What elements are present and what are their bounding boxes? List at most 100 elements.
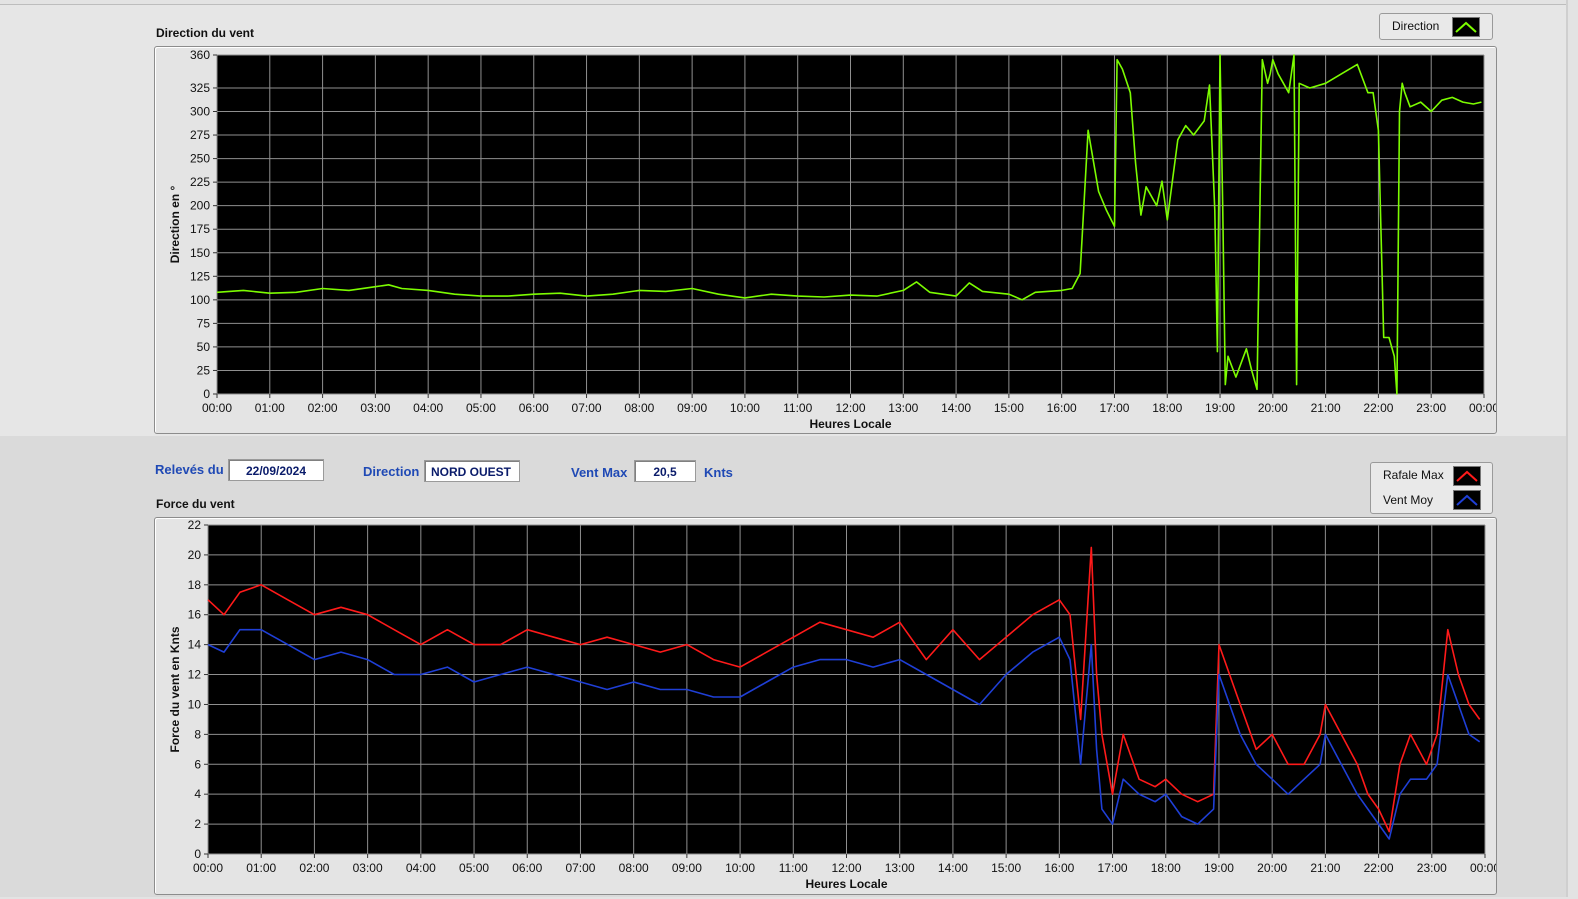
y-tick-label: 150 [190,246,210,260]
x-tick-label: 00:00 [1469,401,1496,415]
ventmax-field[interactable]: 20,5 [634,460,696,482]
x-tick-label: 04:00 [406,861,436,875]
x-tick-label: 10:00 [730,401,760,415]
x-tick-label: 22:00 [1364,861,1394,875]
x-tick-label: 17:00 [1099,401,1129,415]
y-tick-label: 225 [190,175,210,189]
y-tick-label: 75 [197,316,211,330]
legend-item-rafale[interactable]: Rafale Max [1371,464,1492,486]
x-tick-label: 05:00 [466,401,496,415]
force-chart-panel: 00:00 01:00 02:00 03:00 04:00 05:00 06:00 07:00… [154,517,1500,895]
force-chart-title: Force du vent [156,497,235,511]
y-tick-label: 6 [194,757,201,771]
x-tick-label: 09:00 [672,861,702,875]
x-tick-label: 00:00 [1470,861,1496,875]
x-tick-label: 01:00 [246,861,276,875]
y-tick-label: 8 [194,727,201,741]
x-tick-label: 18:00 [1152,401,1182,415]
x-tick-label: 19:00 [1204,861,1234,875]
y-tick-label: 360 [190,48,210,62]
legend-swatch-ventmoy [1453,490,1481,510]
y-tick-label: 300 [190,105,210,119]
y-tick-label: 20 [188,548,202,562]
y-tick-label: 175 [190,222,210,236]
legend-swatch-rafale [1453,466,1481,486]
x-tick-label: 12:00 [831,861,861,875]
legend-label-ventmoy: Vent Moy [1383,493,1434,507]
y-tick-label: 18 [188,578,202,592]
y-tick-label: 14 [188,638,202,652]
y-tick-label: 16 [188,608,202,622]
x-tick-label: 09:00 [677,401,707,415]
x-tick-label: 02:00 [308,401,338,415]
x-tick-label: 16:00 [1047,401,1077,415]
x-tick-label: 19:00 [1205,401,1235,415]
x-tick-label: 20:00 [1258,401,1288,415]
x-tick-label: 14:00 [938,861,968,875]
legend-item-ventmoy[interactable]: Vent Moy [1371,489,1492,511]
date-field[interactable]: 22/09/2024 [228,459,324,481]
releves-label: Relevés du [155,462,224,477]
y-tick-label: 0 [194,847,201,861]
line-swatch-icon [1456,470,1478,482]
y-tick-label: 325 [190,81,210,95]
force-legend[interactable]: Rafale Max Vent Moy [1370,462,1493,514]
x-tick-label: 03:00 [360,401,390,415]
direction-legend[interactable]: Direction [1379,13,1493,40]
y-tick-label: 200 [190,199,210,213]
x-tick-label: 23:00 [1417,861,1447,875]
x-tick-label: 13:00 [888,401,918,415]
x-tick-label: 15:00 [994,401,1024,415]
x-tick-label: 07:00 [572,401,602,415]
x-tick-label: 22:00 [1363,401,1393,415]
y-tick-label: 4 [194,787,201,801]
x-tick-label: 08:00 [619,861,649,875]
x-tick-label: 13:00 [885,861,915,875]
x-tick-label: 10:00 [725,861,755,875]
x-tick-label: 14:00 [941,401,971,415]
y-tick-label: 12 [188,668,202,682]
x-tick-label: 02:00 [299,861,329,875]
line-swatch-icon [1456,494,1478,506]
x-tick-label: 21:00 [1311,401,1341,415]
y-tick-label: 125 [190,269,210,283]
y-tick-label: 22 [188,518,202,532]
x-tick-label: 08:00 [624,401,654,415]
direction-label: Direction [363,464,420,479]
y-axis-label: Direction en ° [168,186,182,264]
y-tick-label: 100 [190,293,210,307]
x-tick-label: 20:00 [1257,861,1287,875]
x-tick-label: 15:00 [991,861,1021,875]
x-tick-label: 11:00 [779,861,808,875]
x-tick-label: 21:00 [1310,861,1340,875]
y-tick-label: 25 [197,363,211,377]
y-tick-label: 50 [197,340,211,354]
direction-field[interactable]: NORD OUEST [424,460,520,482]
x-tick-label: 00:00 [202,401,232,415]
window-right-border [1566,0,1568,897]
ventmax-unit: Knts [704,465,733,480]
ventmax-label: Vent Max [571,465,628,480]
y-tick-label: 275 [190,128,210,142]
legend-label-rafale: Rafale Max [1383,468,1444,482]
legend-label-direction: Direction [1392,19,1440,33]
legend-item-direction[interactable]: Direction [1380,15,1492,37]
x-tick-label: 03:00 [353,861,383,875]
y-axis-label: Force du vent en Knts [168,626,182,752]
y-tick-label: 2 [194,817,201,831]
direction-chart-title: Direction du vent [156,26,255,40]
x-tick-label: 17:00 [1098,861,1128,875]
x-tick-label: 11:00 [783,401,812,415]
x-tick-label: 06:00 [512,861,542,875]
x-axis-label: Heures Locale [805,877,887,891]
y-tick-label: 10 [188,697,202,711]
direction-chart-panel: 00:00 01:00 02:00 03:00 04:00 05:00 06:00 07:00… [154,46,1499,434]
x-tick-label: 12:00 [835,401,865,415]
x-tick-label: 07:00 [565,861,595,875]
y-tick-label: 250 [190,152,210,166]
legend-swatch-direction [1452,17,1480,37]
x-tick-label: 23:00 [1416,401,1446,415]
x-tick-label: 01:00 [255,401,285,415]
x-tick-label: 06:00 [519,401,549,415]
x-axis-label: Heures Locale [809,417,891,431]
